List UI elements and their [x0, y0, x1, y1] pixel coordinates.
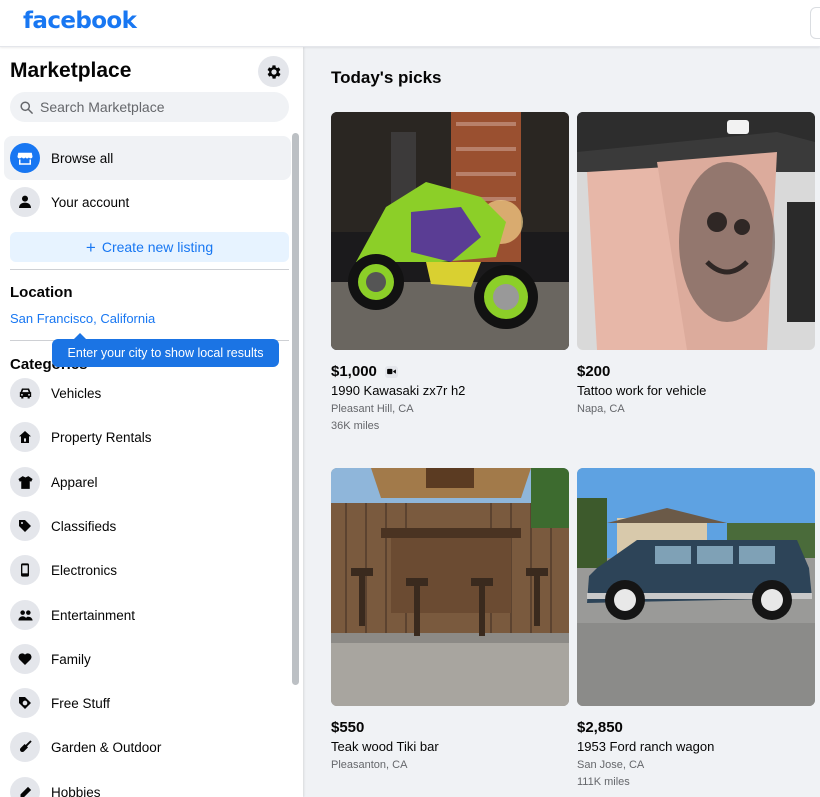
- listing-title: 1953 Ford ranch wagon: [577, 739, 715, 754]
- location-heading: Location: [10, 284, 73, 301]
- category-label: Electronics: [51, 562, 118, 578]
- category-label: Entertainment: [51, 607, 136, 623]
- listing-image[interactable]: [331, 468, 569, 706]
- listing-image[interactable]: [577, 112, 815, 350]
- sidebar-scrollbar[interactable]: [292, 133, 299, 685]
- create-listing-label: Create new listing: [101, 239, 214, 255]
- top-bar: facebook: [0, 0, 820, 47]
- category-electronics[interactable]: Electronics: [4, 548, 291, 592]
- category-entertainment[interactable]: Entertainment: [4, 593, 291, 637]
- category-free-stuff[interactable]: Free Stuff: [4, 681, 291, 725]
- tag-icon: [10, 511, 40, 541]
- category-label: Free Stuff: [51, 695, 111, 711]
- category-label: Family: [51, 651, 91, 667]
- heart-icon: [10, 644, 40, 674]
- category-label: Hobbies: [51, 784, 101, 797]
- listing-image[interactable]: [577, 468, 815, 706]
- people-icon: [10, 600, 40, 630]
- house-icon: [10, 422, 40, 452]
- listing-title: Teak wood Tiki bar: [331, 739, 439, 754]
- category-classifieds[interactable]: Classifieds: [4, 504, 291, 548]
- category-apparel[interactable]: Apparel: [4, 460, 291, 504]
- category-label: Vehicles: [51, 385, 102, 401]
- category-label: Garden & Outdoor: [51, 739, 162, 755]
- location-link[interactable]: San Francisco, California: [10, 311, 155, 326]
- listing-price: $550: [331, 719, 365, 736]
- category-garden-outdoor[interactable]: Garden & Outdoor: [4, 725, 291, 769]
- pencil-icon: [10, 777, 40, 797]
- listing-card[interactable]: $200 Tattoo work for vehicle Napa, CA: [577, 112, 815, 415]
- listing-price: $2,850: [577, 719, 623, 736]
- top-right-control[interactable]: [810, 7, 820, 39]
- divider: [10, 269, 289, 270]
- video-icon: [384, 365, 398, 378]
- your-account-item[interactable]: Your account: [4, 180, 291, 224]
- settings-button[interactable]: [258, 56, 289, 87]
- location-tooltip: Enter your city to show local results: [52, 333, 279, 367]
- person-icon: [10, 187, 40, 217]
- listing-location: Pleasant Hill, CA: [331, 403, 414, 415]
- main-content: Today's picks $1,000 1990 Kawasaki zx7r …: [303, 47, 820, 797]
- create-listing-button[interactable]: + Create new listing: [10, 232, 289, 262]
- listing-title: 1990 Kawasaki zx7r h2: [331, 383, 466, 398]
- phone-icon: [10, 555, 40, 585]
- listing-card[interactable]: $550 Teak wood Tiki bar Pleasanton, CA: [331, 468, 569, 771]
- category-family[interactable]: Family: [4, 637, 291, 681]
- search-marketplace[interactable]: [10, 92, 289, 122]
- shirt-icon: [10, 467, 40, 497]
- car-icon: [10, 378, 40, 408]
- listing-price: $1,000: [331, 363, 569, 380]
- category-label: Classifieds: [51, 518, 117, 534]
- category-property-rentals[interactable]: Property Rentals: [4, 415, 291, 459]
- listing-mileage: 111K miles: [577, 776, 630, 788]
- search-input[interactable]: [40, 99, 280, 115]
- gear-icon: [267, 64, 281, 79]
- page-title: Today's picks: [331, 68, 442, 87]
- listing-location: Pleasanton, CA: [331, 759, 408, 771]
- category-label: Property Rentals: [51, 429, 152, 445]
- search-icon: [20, 100, 33, 114]
- shovel-icon: [10, 732, 40, 762]
- listing-price: $200: [577, 363, 611, 380]
- category-vehicles[interactable]: Vehicles: [4, 371, 291, 415]
- your-account-label: Your account: [51, 194, 130, 210]
- listing-title: Tattoo work for vehicle: [577, 383, 707, 398]
- facebook-logo[interactable]: facebook: [23, 8, 137, 34]
- plus-icon: +: [85, 237, 96, 257]
- storefront-icon: [10, 143, 40, 173]
- free-tag-icon: [10, 688, 40, 718]
- listing-location: San Jose, CA: [577, 759, 645, 771]
- listing-card[interactable]: $1,000 1990 Kawasaki zx7r h2 Pleasant Hi…: [331, 112, 569, 432]
- category-hobbies[interactable]: Hobbies: [4, 770, 291, 797]
- listing-card[interactable]: $2,850 1953 Ford ranch wagon San Jose, C…: [577, 468, 815, 788]
- listing-location: Napa, CA: [577, 403, 625, 415]
- marketplace-sidebar: Marketplace Browse all Your account: [0, 47, 303, 797]
- browse-all-label: Browse all: [51, 150, 114, 166]
- category-label: Apparel: [51, 474, 98, 490]
- listing-mileage: 36K miles: [331, 420, 380, 432]
- browse-all-item[interactable]: Browse all: [4, 136, 291, 180]
- sidebar-title: Marketplace: [10, 59, 132, 82]
- listing-image[interactable]: [331, 112, 569, 350]
